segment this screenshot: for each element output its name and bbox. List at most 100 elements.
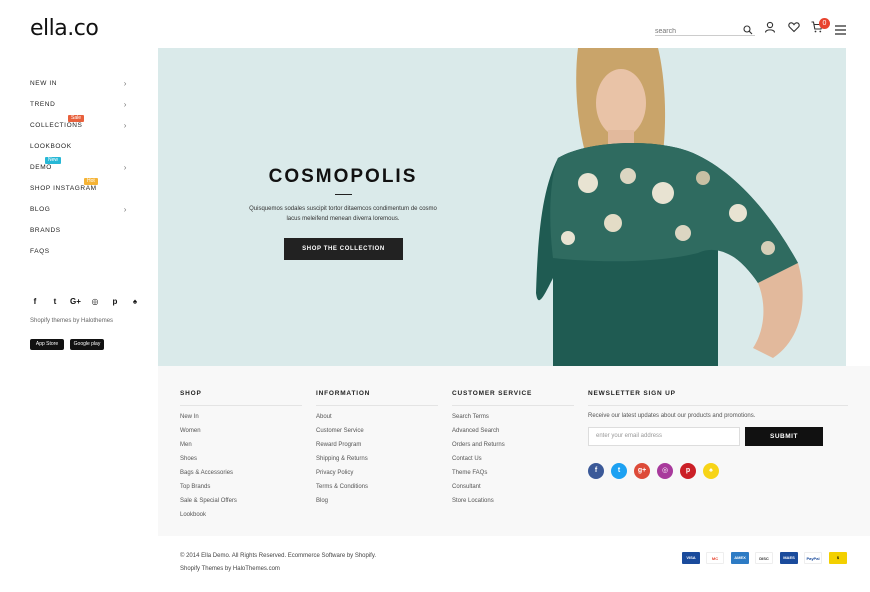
facebook-icon[interactable]: f [588,463,604,479]
twitter-icon[interactable]: t [50,297,60,306]
footer-link[interactable]: Store Locations [452,497,574,511]
maestro-icon: MAES [780,552,798,564]
facebook-icon[interactable]: f [30,297,40,306]
footer-link[interactable]: Reward Program [316,441,438,455]
search-input[interactable] [655,28,735,35]
amex-icon: AMEX [731,552,749,564]
footer: SHOP New In Women Men Shoes Bags & Acces… [158,366,870,536]
footer-link[interactable]: Top Brands [180,483,302,497]
instagram-icon[interactable]: ◎ [657,463,673,479]
newsletter-submit-button[interactable]: SUBMIT [745,427,823,446]
footer-column-title: NEWSLETTER SIGN UP [588,390,848,406]
footer-information-column: INFORMATION About Customer Service Rewar… [316,390,438,511]
wishlist-heart-icon[interactable] [788,20,800,38]
new-tag: New [45,157,62,164]
hero-title: COSMOPOLIS [268,166,418,187]
footer-link[interactable]: Search Terms [452,413,574,427]
chevron-right-icon: › [123,100,127,109]
hamburger-menu-icon[interactable] [835,22,846,40]
payment-icon: $ [829,552,847,564]
google-plus-icon[interactable]: g+ [634,463,650,479]
snapchat-icon[interactable]: ♠ [703,463,719,479]
sidebar-item-label: COLLECTIONS [30,122,83,129]
sidebar-item-new-in[interactable]: NEW IN › [30,78,130,99]
footer-link[interactable]: Women [180,427,302,441]
footer-link[interactable]: Shoes [180,455,302,469]
sidebar-item-label: BLOG [30,206,51,213]
sidebar-item-brands[interactable]: BRANDS [30,225,130,246]
sidebar-item-label: FAQS [30,248,50,255]
chevron-right-icon: › [123,205,127,214]
chevron-right-icon: › [123,121,127,130]
footer-link[interactable]: New In [180,413,302,427]
hero-description: Quisquemos sodales suscipit tortor ditae… [249,206,437,222]
account-icon[interactable] [764,20,776,38]
footer-shop-column: SHOP New In Women Men Shoes Bags & Acces… [180,390,302,525]
footer-column-title: INFORMATION [316,390,438,406]
discover-icon: DISC [755,552,773,564]
footer-link[interactable]: Blog [316,497,438,511]
footer-customer-service-column: CUSTOMER SERVICE Search Terms Advanced S… [452,390,574,511]
footer-link[interactable]: Terms & Conditions [316,483,438,497]
search-bar[interactable] [655,20,755,36]
footer-newsletter-column: NEWSLETTER SIGN UP Receive our latest up… [588,390,848,479]
footer-link[interactable]: Lookbook [180,511,302,525]
app-store-badges: App Store Google play [30,339,104,350]
instagram-icon[interactable]: ◎ [90,297,100,306]
footer-link[interactable]: Consultant [452,483,574,497]
pinterest-icon[interactable]: p [110,297,120,306]
sidebar-social-links: f t G+ ◎ p ♠ [30,297,140,306]
footer-column-title: SHOP [180,390,302,406]
footer-link[interactable]: Bags & Accessories [180,469,302,483]
sidebar-item-label: LOOKBOOK [30,143,72,150]
footer-link[interactable]: Customer Service [316,427,438,441]
snapchat-icon[interactable]: ♠ [130,297,140,306]
newsletter-description: Receive our latest updates about our pro… [588,413,756,419]
search-icon[interactable] [743,22,753,40]
footer-link[interactable]: Sale & Special Offers [180,497,302,511]
sidebar-item-blog[interactable]: BLOG › [30,204,130,225]
footer-social-links: f t g+ ◎ p ♠ [588,463,848,479]
copyright-text: © 2014 Ella Demo. All Rights Reserved. E… [180,553,377,559]
footer-link[interactable]: Shipping & Returns [316,455,438,469]
sidebar-item-label: TREND [30,101,56,108]
sidebar-item-label: BRANDS [30,227,61,234]
footer-link[interactable]: About [316,413,438,427]
twitter-icon[interactable]: t [611,463,627,479]
visa-icon: VISA [682,552,700,564]
google-play-badge[interactable]: Google play [70,339,104,350]
site-logo[interactable]: ella.co [30,16,99,41]
footer-link[interactable]: Theme FAQs [452,469,574,483]
sidebar-item-label: NEW IN [30,80,58,87]
sidebar-item-collections[interactable]: COLLECTIONS Sale › [30,115,130,141]
themes-credit: Shopify Themes by HaloThemes.com [180,566,280,572]
sale-tag: Sale [68,115,85,122]
chevron-right-icon: › [123,79,127,88]
hero-divider [335,194,352,195]
footer-link[interactable]: Men [180,441,302,455]
sidebar-item-faqs[interactable]: FAQS [30,246,130,267]
sidebar-item-demo[interactable]: DEMO New › [30,157,130,183]
app-store-badge[interactable]: App Store [30,339,64,350]
sidebar-item-shop-instagram[interactable]: SHOP INSTAGRAM Hot [30,178,130,204]
footer-link[interactable]: Privacy Policy [316,469,438,483]
footer-link[interactable]: Advanced Search [452,427,574,441]
footer-column-title: CUSTOMER SERVICE [452,390,574,406]
hero-banner: COSMOPOLIS Quisquemos sodales suscipit t… [158,48,846,366]
newsletter-email-input[interactable]: enter your email address [588,427,740,446]
pinterest-icon[interactable]: p [680,463,696,479]
sidebar-item-label: SHOP INSTAGRAM [30,185,97,192]
footer-link[interactable]: Contact Us [452,455,574,469]
shop-collection-button[interactable]: SHOP THE COLLECTION [284,238,403,260]
cart-count-badge: 0 [819,18,830,29]
hot-tag: Hot [84,178,98,185]
sidebar-nav: NEW IN › TREND › COLLECTIONS Sale › LOOK… [30,78,130,267]
paypal-icon: PayPal [804,552,822,564]
copyright: © 2014 Ella Demo. All Rights Reserved. E… [180,550,376,576]
google-plus-icon[interactable]: G+ [70,297,81,306]
chevron-right-icon: › [123,163,127,172]
sidebar-credit: Shopify themes by Halothemes [30,318,114,324]
footer-link[interactable]: Orders and Returns [452,441,574,455]
sidebar-item-label: DEMO [30,164,52,171]
newsletter-form: enter your email address SUBMIT [588,427,848,446]
